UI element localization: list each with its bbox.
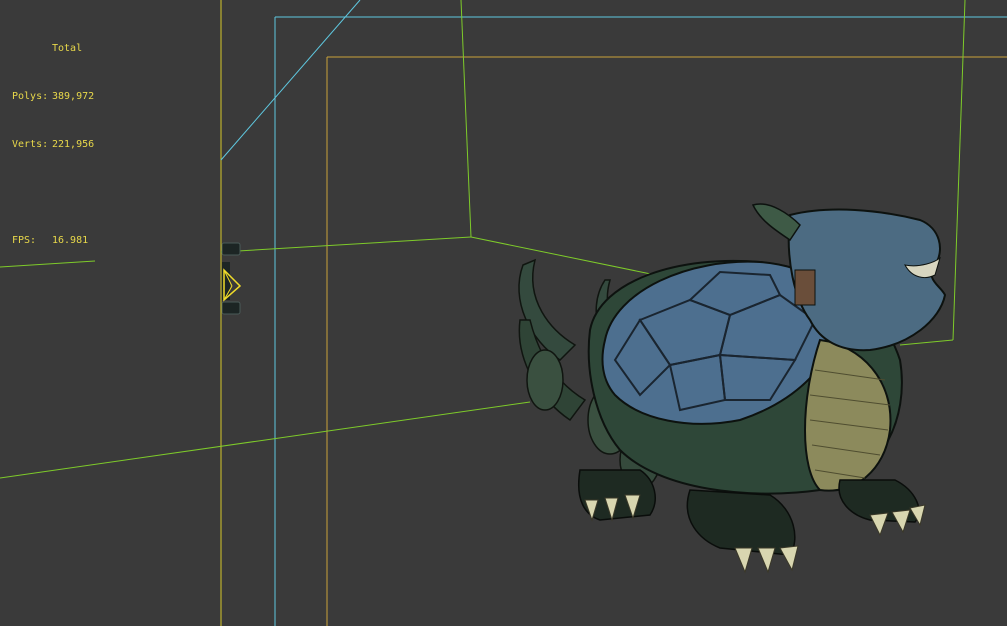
scene-canvas[interactable] (0, 0, 1007, 626)
grid-line (0, 401, 531, 479)
stats-title: Total (52, 43, 83, 54)
grid-line (952, 0, 966, 341)
verts-label: Verts: (12, 139, 49, 150)
grid-line (460, 0, 472, 238)
grid-line (899, 339, 954, 346)
grid-line (220, 236, 472, 253)
polys-value: 389,972 (52, 91, 95, 102)
fps-row: FPS: 16.981 (12, 233, 94, 249)
fps-label: FPS: (12, 235, 37, 246)
camera-icon[interactable] (221, 242, 242, 315)
polys-row: Polys: 389,972 (12, 89, 94, 105)
polys-label: Polys: (12, 91, 49, 102)
verts-row: Verts: 221,956 (12, 137, 94, 153)
dragon-turtle-icon[interactable] (518, 203, 947, 574)
verts-value: 221,956 (52, 139, 95, 150)
grid-line (470, 236, 681, 281)
fps-value: 16.981 (52, 235, 89, 246)
stats-spacer (12, 185, 94, 201)
viewport-statistics: Total Polys: 389,972 Verts: 221,956 FPS: 16… (12, 9, 94, 281)
perspective-viewport[interactable]: Total Polys: 389,972 Verts: 221,956 FPS: 16… (0, 0, 1007, 626)
frame-line-cyan-diagonal (220, 0, 361, 161)
